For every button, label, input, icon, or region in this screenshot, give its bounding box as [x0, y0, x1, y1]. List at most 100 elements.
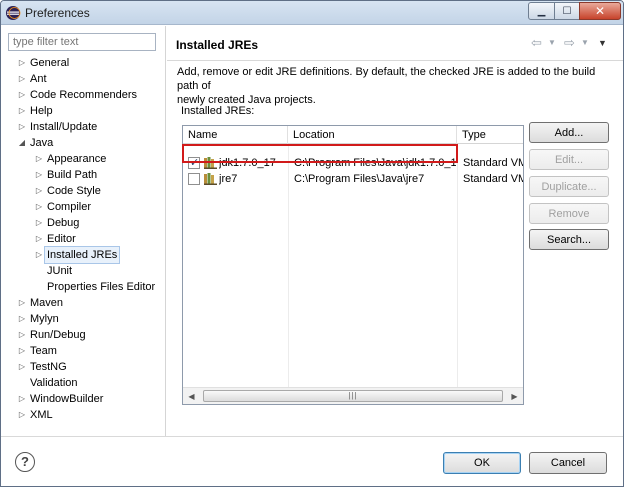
jre-type: Standard VM [463, 173, 523, 185]
collapsed-arrow-icon[interactable]: ▷ [34, 231, 44, 247]
scroll-left-icon[interactable]: ◀ [183, 388, 200, 405]
tree-item[interactable]: ▷ Debug [1, 215, 166, 231]
tree-item[interactable]: ▷ Build Path [1, 167, 166, 183]
tree-item-label: JUnit [47, 265, 73, 277]
minimize-button[interactable]: ▁ [528, 2, 555, 20]
cancel-button[interactable]: Cancel [529, 452, 607, 474]
tree-item[interactable]: JUnit [1, 263, 166, 279]
tree-item[interactable]: Properties Files Editor [1, 279, 166, 295]
column-header-location[interactable]: Location [288, 126, 457, 144]
tree-item-label: Appearance [47, 153, 107, 165]
help-icon[interactable]: ? [15, 452, 35, 472]
close-button[interactable]: ✕ [579, 2, 621, 20]
tree-item[interactable]: ▷ Appearance [1, 151, 166, 167]
tree-item-label: Install/Update [30, 121, 98, 133]
tree-item[interactable]: ▷ Code Style [1, 183, 166, 199]
collapsed-arrow-icon[interactable]: ▷ [17, 391, 27, 407]
collapsed-arrow-icon[interactable]: ▷ [17, 103, 27, 119]
expanded-arrow-icon[interactable]: ◢ [17, 135, 27, 151]
collapsed-arrow-icon[interactable]: ▷ [34, 167, 44, 183]
tree-item[interactable]: ▷ Ant [1, 71, 166, 87]
description-line-1: Add, remove or edit JRE definitions. By … [177, 66, 596, 92]
preferences-tree: ▷ General ▷ Ant ▷ Code Recommenders ▷ Help ▷ Inst… [1, 55, 166, 423]
tree-item[interactable]: ▷ Compiler [1, 199, 166, 215]
tree-item-label: XML [30, 409, 53, 421]
tree-item[interactable]: ▷ Install/Update [1, 119, 166, 135]
jre-library-icon [204, 157, 217, 169]
title-bar[interactable]: Preferences ▁ ☐ ✕ [1, 1, 623, 25]
jre-table[interactable]: Name Location Type jdk1.7.0_17 C:\Progra… [182, 125, 524, 405]
collapsed-arrow-icon[interactable]: ▷ [17, 55, 27, 71]
jre-name: jre7 [219, 173, 238, 185]
collapsed-arrow-icon[interactable]: ▷ [34, 199, 44, 215]
tree-item[interactable]: ▷ Help [1, 103, 166, 119]
tree-item[interactable]: ▷ Run/Debug [1, 327, 166, 343]
tree-item[interactable]: ▷ XML [1, 407, 166, 423]
scroll-right-icon[interactable]: ▶ [506, 388, 523, 405]
jre-library-icon [204, 173, 217, 185]
jre-type: Standard VM [463, 157, 523, 169]
tree-item[interactable]: ▷ Editor [1, 231, 166, 247]
horizontal-scrollbar[interactable]: ◀ ||| ▶ [183, 387, 523, 404]
collapsed-arrow-icon[interactable]: ▷ [17, 119, 27, 135]
edit-button[interactable]: Edit... [529, 149, 609, 170]
jre-checkbox[interactable] [188, 173, 200, 185]
maximize-icon: ☐ [562, 5, 572, 17]
collapsed-arrow-icon[interactable]: ▷ [34, 183, 44, 199]
table-row[interactable]: jdk1.7.0_17 C:\Program Files\Java\jdk1.7… [183, 155, 523, 171]
close-icon: ✕ [594, 4, 606, 18]
table-row[interactable]: jre7 C:\Program Files\Java\jre7 Standard… [183, 171, 523, 187]
table-header: Name Location Type [183, 126, 523, 144]
ok-button[interactable]: OK [443, 452, 521, 474]
forward-menu-chevron-icon[interactable]: ▼ [581, 35, 589, 51]
tree-item[interactable]: ▷ TestNG [1, 359, 166, 375]
tree-item-label: Ant [30, 73, 47, 85]
tree-item[interactable]: ▷ WindowBuilder [1, 391, 166, 407]
view-menu-icon[interactable]: ▼ [598, 35, 607, 51]
collapsed-arrow-icon[interactable]: ▷ [17, 327, 27, 343]
tree-item[interactable]: ▷ Mylyn [1, 311, 166, 327]
tree-item[interactable]: ◢ Java [1, 135, 166, 151]
duplicate-button[interactable]: Duplicate... [529, 176, 609, 197]
installed-jres-label: Installed JREs: [181, 105, 255, 117]
back-menu-chevron-icon[interactable]: ▼ [548, 35, 556, 51]
collapsed-arrow-icon[interactable]: ▷ [17, 71, 27, 87]
collapsed-arrow-icon[interactable]: ▷ [34, 215, 44, 231]
collapsed-arrow-icon[interactable]: ▷ [34, 151, 44, 167]
tree-item-label: Installed JREs [43, 246, 121, 264]
filter-input[interactable] [8, 33, 156, 51]
add-button[interactable]: Add... [529, 122, 609, 143]
tree-item[interactable]: ▷ General [1, 55, 166, 71]
collapsed-arrow-icon[interactable]: ▷ [17, 311, 27, 327]
remove-button[interactable]: Remove [529, 203, 609, 224]
tree-item[interactable]: ▷ Code Recommenders [1, 87, 166, 103]
jre-location: C:\Program Files\Java\jdk1.7.0_17 [294, 157, 456, 169]
scrollbar-thumb[interactable]: ||| [203, 390, 503, 402]
collapsed-arrow-icon[interactable]: ▷ [17, 343, 27, 359]
jre-name: jdk1.7.0_17 [219, 157, 276, 169]
preferences-navigation: ▷General▷Ant▷Code Recommenders▷Help▷Inst… [1, 26, 166, 436]
tree-item[interactable]: Validation [1, 375, 166, 391]
search-button[interactable]: Search... [529, 229, 609, 250]
tree-item[interactable]: ▷ Installed JREs [1, 246, 166, 264]
collapsed-arrow-icon[interactable]: ▷ [34, 247, 44, 263]
page-header: Installed JREs ⇦ ▼ ⇨ ▼ ▼ [167, 26, 623, 61]
eclipse-icon [6, 6, 21, 20]
column-header-name[interactable]: Name [183, 126, 288, 144]
collapsed-arrow-icon[interactable]: ▷ [17, 87, 27, 103]
default-jre-checkbox[interactable] [188, 155, 200, 171]
collapsed-arrow-icon[interactable]: ▷ [17, 407, 27, 423]
tree-item[interactable]: ▷ Team [1, 343, 166, 359]
column-header-type[interactable]: Type [457, 126, 523, 144]
jre-location: C:\Program Files\Java\jre7 [294, 173, 425, 185]
forward-arrow-icon[interactable]: ⇨ [564, 35, 575, 51]
tree-item-label: Run/Debug [30, 329, 86, 341]
maximize-button[interactable]: ☐ [554, 2, 580, 20]
back-arrow-icon[interactable]: ⇦ [531, 35, 542, 51]
tree-item[interactable]: ▷ Maven [1, 295, 166, 311]
tree-item-label: Compiler [47, 201, 92, 213]
tree-item-label: WindowBuilder [30, 393, 104, 405]
collapsed-arrow-icon[interactable]: ▷ [17, 295, 27, 311]
tree-item-label: Debug [47, 217, 80, 229]
collapsed-arrow-icon[interactable]: ▷ [17, 359, 27, 375]
